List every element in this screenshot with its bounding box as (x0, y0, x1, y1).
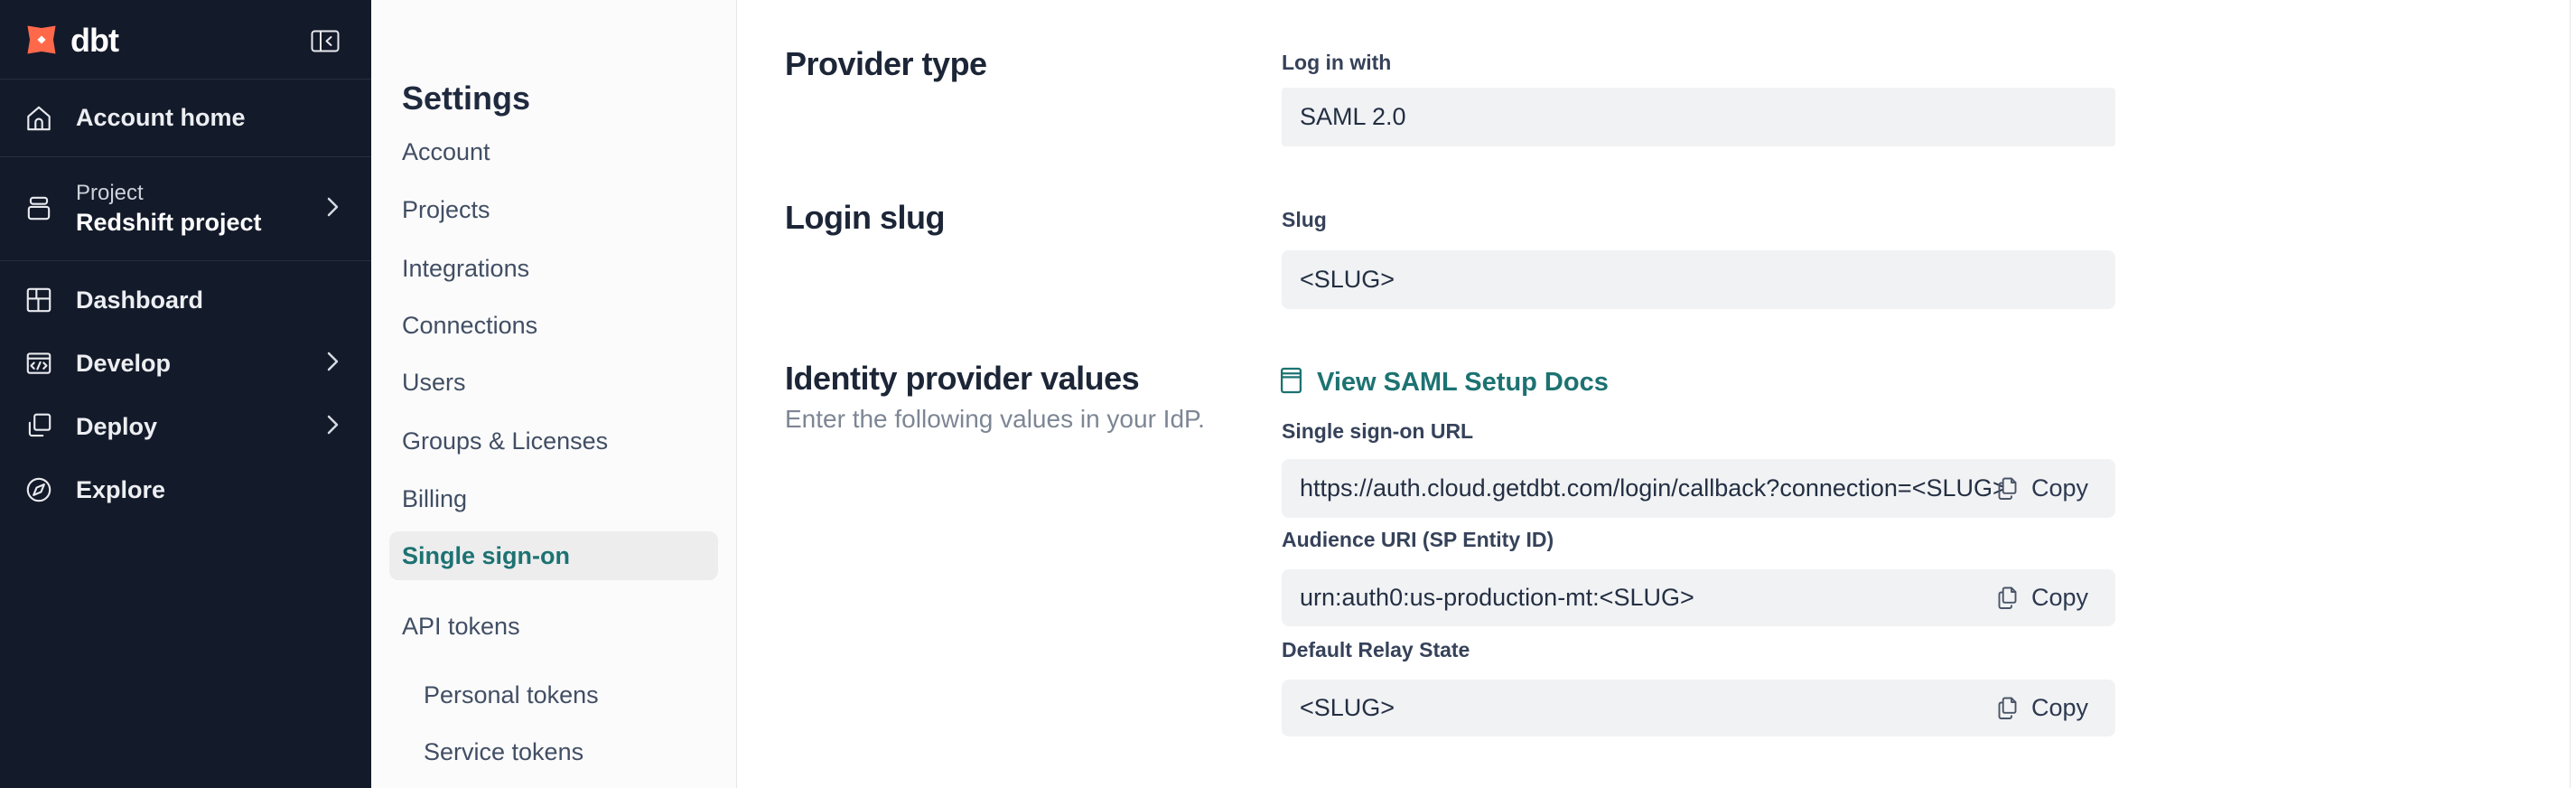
default-relay-state-value: <SLUG> (1300, 694, 1395, 722)
docs-icon (1279, 366, 1303, 399)
chevron-right-icon (327, 197, 340, 221)
login-slug-heading: Login slug (785, 199, 945, 237)
sso-url-label: Single sign-on URL (1282, 419, 1473, 444)
audience-uri-label: Audience URI (SP Entity ID) (1282, 528, 1554, 552)
slug-label: Slug (1282, 208, 1327, 232)
main-sidebar: dbt Account home (0, 0, 371, 788)
provider-type-value: SAML 2.0 (1300, 103, 1406, 131)
default-relay-state-field[interactable]: <SLUG> Copy (1282, 680, 2115, 736)
sidebar-item-project[interactable]: Project Redshift project (0, 157, 371, 261)
sidebar-item-label: Deploy (76, 413, 157, 441)
settings-item-projects[interactable]: Projects (402, 185, 490, 234)
default-relay-state-label: Default Relay State (1282, 638, 1470, 662)
explore-compass-icon (23, 474, 54, 505)
dbt-cloud-app: dbt Account home (0, 0, 2576, 788)
sidebar-item-deploy[interactable]: Deploy (0, 394, 371, 459)
sso-url-value: https://auth.cloud.getdbt.com/login/call… (1300, 474, 2007, 502)
slug-value: <SLUG> (1300, 266, 1395, 294)
slug-field[interactable]: <SLUG> (1282, 250, 2115, 309)
sidebar-item-develop[interactable]: Develop (0, 331, 371, 396)
sidebar-item-label: Dashboard (76, 286, 203, 314)
settings-item-connections[interactable]: Connections (402, 301, 537, 350)
settings-item-integrations[interactable]: Integrations (402, 244, 529, 293)
audience-uri-value: urn:auth0:us-production-mt:<SLUG> (1300, 584, 1694, 612)
sidebar-item-label: Account home (76, 104, 246, 132)
active-settings-item-label: Single sign-on (402, 531, 570, 580)
scrollbar-track-divider (2570, 0, 2571, 788)
settings-item-personal-tokens[interactable]: Personal tokens (424, 671, 599, 719)
settings-nav-title: Settings (402, 80, 530, 117)
copy-relay-state-button[interactable]: Copy (1994, 694, 2088, 722)
copy-button-label: Copy (2031, 584, 2088, 612)
sidebar-item-label: Explore (76, 476, 165, 504)
idp-values-subtitle: Enter the following values in your IdP. (785, 405, 1205, 434)
idp-values-heading: Identity provider values (785, 360, 1139, 398)
audience-uri-field[interactable]: urn:auth0:us-production-mt:<SLUG> Copy (1282, 569, 2115, 626)
deploy-icon (23, 411, 54, 442)
project-name: Redshift project (76, 208, 262, 237)
sso-url-field[interactable]: https://auth.cloud.getdbt.com/login/call… (1282, 459, 2115, 518)
log-in-with-label: Log in with (1282, 51, 1391, 75)
copy-sso-url-button[interactable]: Copy (1994, 474, 2088, 502)
copy-button-label: Copy (2031, 694, 2088, 722)
settings-item-account[interactable]: Account (402, 127, 490, 176)
docs-link-label: View SAML Setup Docs (1317, 368, 1609, 398)
sidebar-item-explore[interactable]: Explore (0, 457, 371, 522)
settings-item-api-tokens[interactable]: API tokens (402, 602, 520, 651)
view-saml-setup-docs-link[interactable]: View SAML Setup Docs (1279, 366, 1609, 399)
project-eyebrow: Project (76, 179, 262, 208)
settings-nav: Settings Account Projects Integrations C… (371, 0, 737, 788)
develop-icon (23, 348, 54, 379)
copy-audience-uri-button[interactable]: Copy (1994, 584, 2088, 612)
project-icon (23, 193, 54, 224)
collapse-sidebar-icon[interactable] (311, 30, 340, 52)
sidebar-item-account-home[interactable]: Account home (0, 80, 371, 157)
settings-item-groups-licenses[interactable]: Groups & Licenses (402, 417, 608, 465)
copy-button-label: Copy (2031, 474, 2088, 502)
chevron-right-icon (327, 415, 340, 439)
settings-item-billing[interactable]: Billing (402, 474, 467, 523)
home-icon (23, 103, 54, 134)
logo-row: dbt (0, 0, 371, 80)
dashboard-icon (23, 285, 54, 315)
chevron-right-icon (327, 352, 340, 376)
sidebar-item-dashboard[interactable]: Dashboard (0, 267, 371, 333)
sso-settings-content: Provider type Log in with SAML 2.0 Login… (737, 0, 2576, 788)
provider-type-field[interactable]: SAML 2.0 (1282, 88, 2115, 146)
settings-item-single-sign-on[interactable]: Single sign-on (389, 531, 718, 580)
sidebar-item-label: Develop (76, 350, 171, 378)
settings-item-users[interactable]: Users (402, 358, 466, 407)
project-labels: Project Redshift project (76, 179, 262, 237)
settings-item-service-tokens[interactable]: Service tokens (424, 727, 583, 776)
provider-type-heading: Provider type (785, 45, 987, 83)
dbt-logo-text: dbt (70, 22, 118, 60)
dbt-logo-icon (22, 20, 61, 60)
